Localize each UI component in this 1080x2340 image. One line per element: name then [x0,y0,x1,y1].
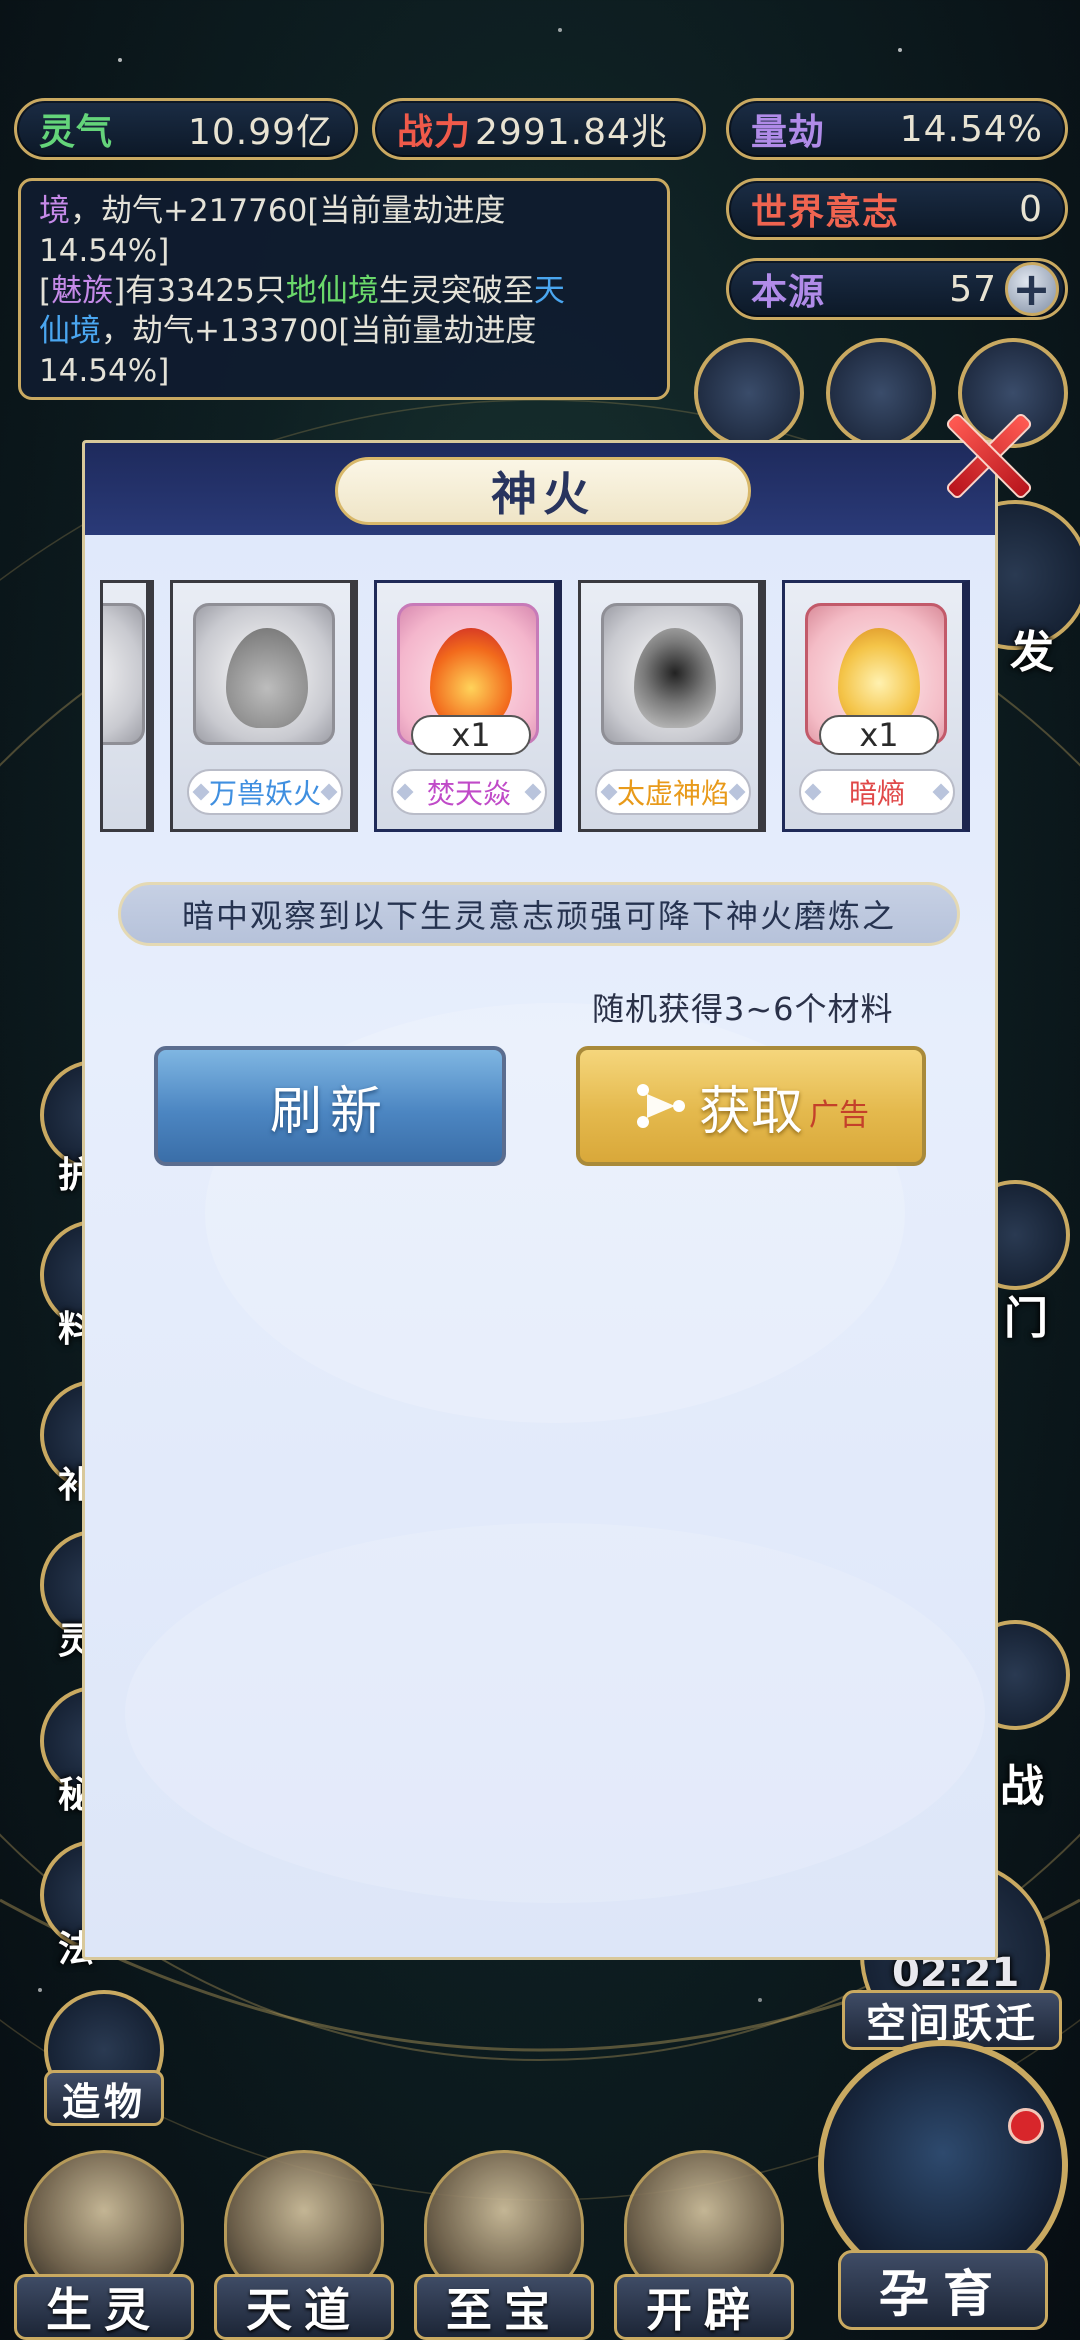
fire-card-4[interactable]: x1 暗熵 [782,580,970,832]
liangjie-value: 14.54% [899,108,1043,150]
zhanli-value: 2991.84兆 [475,112,668,153]
notification-dot [1008,2108,1044,2144]
nav-zhibao-label: 至宝 [414,2274,594,2340]
refresh-label: 刷新 [269,1081,390,1142]
nav-kaipi-label: 开辟 [614,2274,794,2340]
fire-card-1[interactable]: 万兽妖火 [170,580,358,832]
ad-label: 广告 [809,1098,869,1133]
fa-label: 发 [1010,627,1054,678]
vortex-icon[interactable] [826,338,936,448]
men-label: 门 [1004,1293,1048,1344]
world-will-label: 世界意志 [751,192,900,233]
fire-name-1: 万兽妖火 [187,769,343,815]
nav-tiandao-label: 天道 [214,2274,394,2340]
fire-qty-2: x1 [411,715,531,755]
resource-zhanli: 战力 2991.84兆 [372,98,706,160]
nav-yunyu-label: 孕育 [838,2250,1048,2330]
nav-shengling-label: 生灵 [14,2274,194,2340]
nav-zhibao[interactable]: 至宝 [414,2150,594,2340]
fire-name-4: 暗熵 [799,769,955,815]
resource-liangjie[interactable]: 量劫 14.54% [726,98,1068,160]
resource-benyuan: 本源 57 + [726,258,1068,320]
benyuan-add-button[interactable]: + [1005,262,1059,316]
modal-title: 神火 [335,457,751,525]
benyuan-label: 本源 [751,272,826,313]
get-ad-button[interactable]: 获取 广告 [576,1046,926,1166]
material-hint: 随机获得3~6个材料 [592,990,894,1028]
nav-shengling[interactable]: 生灵 [14,2150,194,2340]
fire-card-partial[interactable] [100,580,154,832]
fire-qty-4: x1 [819,715,939,755]
lingqi-label: 灵气 [39,112,114,153]
fire-card-3[interactable]: 太虚神焰 [578,580,766,832]
log-line-5: 14.54%] [39,353,170,389]
resource-lingqi: 灵气 10.99亿 [14,98,358,160]
log-line-2: 14.54%] [39,233,170,269]
fire-name-3: 太虚神焰 [595,769,751,815]
zhanli-label: 战力 [397,112,472,153]
creation-label: 造物 [61,2079,146,2124]
refresh-button[interactable]: 刷新 [154,1046,506,1166]
fire-card-2[interactable]: x1 焚天焱 [374,580,562,832]
get-label: 获取 [698,1081,803,1142]
resource-world-will[interactable]: 世界意志 0 [726,178,1068,240]
liangjie-label: 量劫 [751,112,826,153]
zhan-label: 战 [1000,1761,1044,1812]
log-line-4: 仙境，劫气+133700[当前量劫进度 [39,313,537,349]
close-button[interactable] [930,400,1040,510]
event-log[interactable]: 境，劫气+217760[当前量劫进度 14.54%] [魅族]有33425只地仙… [18,178,670,400]
creation-plate[interactable]: 造物 [44,2070,164,2126]
scroll-icon[interactable] [694,338,804,448]
log-line-1: 境，劫气+217760[当前量劫进度 [39,193,506,229]
benyuan-value: 57 [949,268,997,310]
fire-name-2: 焚天焱 [391,769,547,815]
beast-fire-icon [193,603,335,745]
void-fire-icon [601,603,743,745]
log-line-3: [魅族]有33425只地仙境生灵突破至天 [39,273,565,309]
modal-watermark-lower [125,1523,985,1903]
nav-yunyu[interactable]: 孕育 [818,2040,1068,2330]
hint-banner: 暗中观察到以下生灵意志顽强可降下神火磨炼之 [118,882,960,946]
partial-flame-icon [103,603,145,745]
nav-kaipi[interactable]: 开辟 [614,2150,794,2340]
play-video-icon [633,1078,689,1134]
nav-tiandao[interactable]: 天道 [214,2150,394,2340]
world-will-value: 0 [1019,188,1043,230]
lingqi-value: 10.99亿 [187,112,333,153]
